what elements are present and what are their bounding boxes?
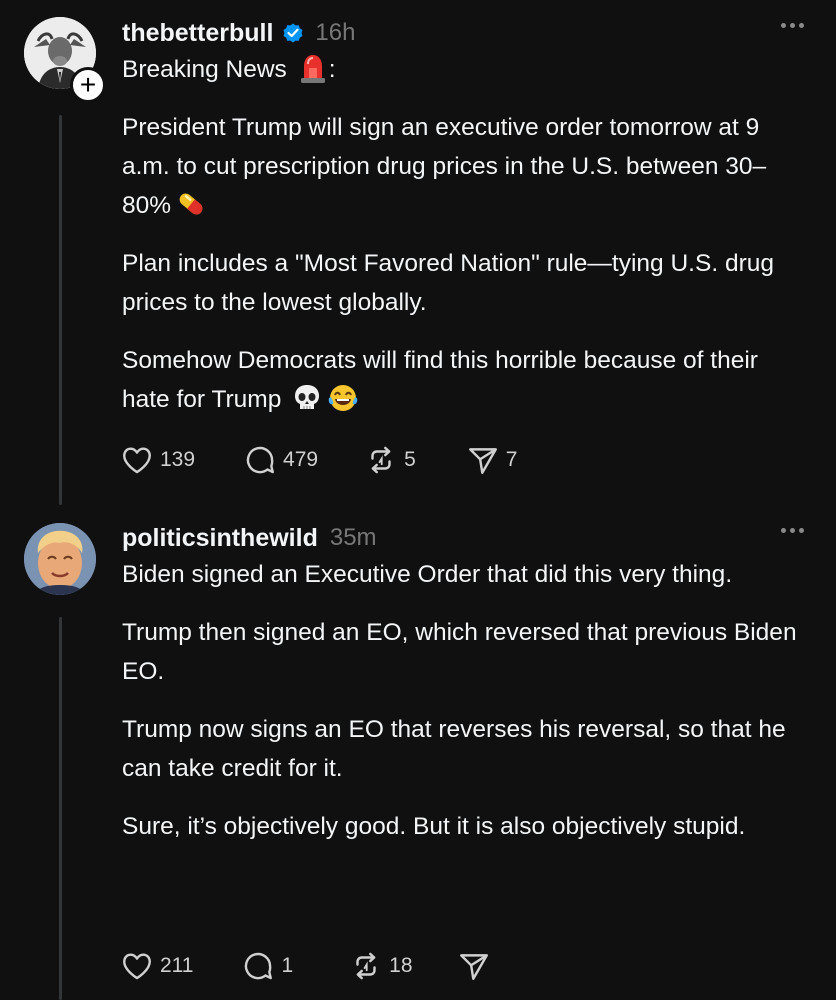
thread-line xyxy=(59,617,62,1000)
username[interactable]: thebetterbull xyxy=(122,19,273,48)
comment-icon xyxy=(246,446,275,474)
send-icon xyxy=(468,448,497,474)
pill-emoji-icon xyxy=(175,188,207,220)
repost-count: 18 xyxy=(389,954,413,977)
verified-badge-icon xyxy=(281,21,305,45)
repost-button[interactable]: 18 xyxy=(349,949,413,983)
paragraph: Trump now signs an EO that reverses his … xyxy=(122,716,786,782)
more-options-icon[interactable] xyxy=(781,23,804,28)
timestamp: 16h xyxy=(315,19,356,46)
follow-plus-button[interactable]: + xyxy=(70,67,106,103)
heart-icon xyxy=(123,447,151,474)
tears-of-joy-emoji-icon xyxy=(327,382,359,414)
post: + thebetterbull 16h Breaking News: Pres… xyxy=(0,0,836,505)
paragraph: Plan includes a "Most Favored Nation" ru… xyxy=(122,250,774,316)
paragraph: President Trump will sign an executive o… xyxy=(122,114,767,220)
thread-line xyxy=(59,115,62,505)
like-count: 211 xyxy=(160,954,194,977)
reply-count: 1 xyxy=(281,954,294,977)
comment-icon xyxy=(245,952,273,980)
like-count: 139 xyxy=(160,448,196,471)
reply-button[interactable]: 479 xyxy=(243,443,318,477)
post: politicsinthewild 35m Biden signed an Ex… xyxy=(0,505,836,1000)
repost-icon xyxy=(356,952,376,980)
paragraph: Somehow Democrats will find this horribl… xyxy=(122,347,758,414)
more-options-icon[interactable] xyxy=(781,528,804,533)
repost-button[interactable]: 5 xyxy=(364,443,416,477)
repost-icon xyxy=(371,446,391,474)
username[interactable]: politicsinthewild xyxy=(122,524,318,553)
reply-button[interactable]: 1 xyxy=(241,949,293,983)
paragraph: Biden signed an Executive Order that did… xyxy=(122,561,733,588)
post-body: Breaking News : President Trump will sig… xyxy=(122,50,806,419)
like-button[interactable]: 211 xyxy=(120,949,193,983)
send-icon xyxy=(459,954,488,980)
paragraph: Sure, it’s objectively good. But it is a… xyxy=(122,813,746,840)
reply-count: 479 xyxy=(283,448,319,471)
paragraph: Breaking News : xyxy=(122,50,806,89)
repost-count: 5 xyxy=(404,448,416,471)
thread: + thebetterbull 16h Breaking News: Pres… xyxy=(0,0,836,1000)
paragraph: Trump then signed an EO, which reversed … xyxy=(122,619,797,685)
share-button[interactable]: 7 xyxy=(466,443,518,477)
skull-emoji-icon xyxy=(291,382,323,414)
post-body: Biden signed an Executive Order that did… xyxy=(122,555,806,846)
heart-icon xyxy=(123,953,151,980)
rotating-light-emoji-icon xyxy=(297,52,329,84)
share-count: 7 xyxy=(505,448,518,471)
avatar[interactable] xyxy=(24,523,96,595)
share-button[interactable] xyxy=(457,949,497,983)
timestamp: 35m xyxy=(329,524,377,551)
like-button[interactable]: 139 xyxy=(120,443,195,477)
